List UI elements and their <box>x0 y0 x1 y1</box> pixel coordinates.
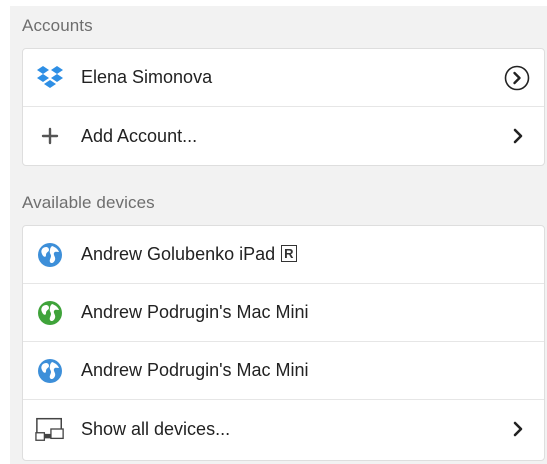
account-name: Elena Simonova <box>81 67 213 87</box>
device-name-text: Andrew Golubenko iPad <box>81 244 276 264</box>
monitor-icon <box>35 414 65 444</box>
device-row-mac-mini-blue[interactable]: Andrew Podrugin's Mac Mini <box>23 342 544 400</box>
account-row-elena[interactable]: Elena Simonova <box>23 49 544 107</box>
show-all-devices-label: Show all devices... <box>81 418 231 439</box>
circled-chevron-right-icon[interactable] <box>504 65 530 91</box>
device-name: Andrew Golubenko iPad R <box>81 244 297 265</box>
accounts-group: Elena Simonova Add Account... <box>22 48 545 166</box>
devices-group: Andrew Golubenko iPad R Andrew Podrugin's… <box>22 225 545 461</box>
chevron-right-icon <box>512 128 524 144</box>
sidebar-panel: Accounts Elena Simonova Add Account... A… <box>10 6 547 464</box>
device-row-mac-mini-green[interactable]: Andrew Podrugin's Mac Mini <box>23 284 544 342</box>
accounts-header: Accounts <box>22 16 93 35</box>
device-name: Andrew Podrugin's Mac Mini <box>81 360 309 380</box>
device-name: Andrew Podrugin's Mac Mini <box>81 302 309 322</box>
registered-badge: R <box>281 245 297 262</box>
available-devices-header: Available devices <box>22 193 155 212</box>
add-account-label: Add Account... <box>81 125 198 146</box>
globe-icon <box>35 240 65 270</box>
show-all-devices-row[interactable]: Show all devices... <box>23 400 544 458</box>
add-account-row[interactable]: Add Account... <box>23 107 544 165</box>
dropbox-icon <box>35 63 65 93</box>
chevron-right-icon <box>512 421 524 437</box>
globe-icon <box>35 298 65 328</box>
plus-icon <box>35 121 65 151</box>
globe-icon <box>35 356 65 386</box>
device-row-ipad[interactable]: Andrew Golubenko iPad R <box>23 226 544 284</box>
